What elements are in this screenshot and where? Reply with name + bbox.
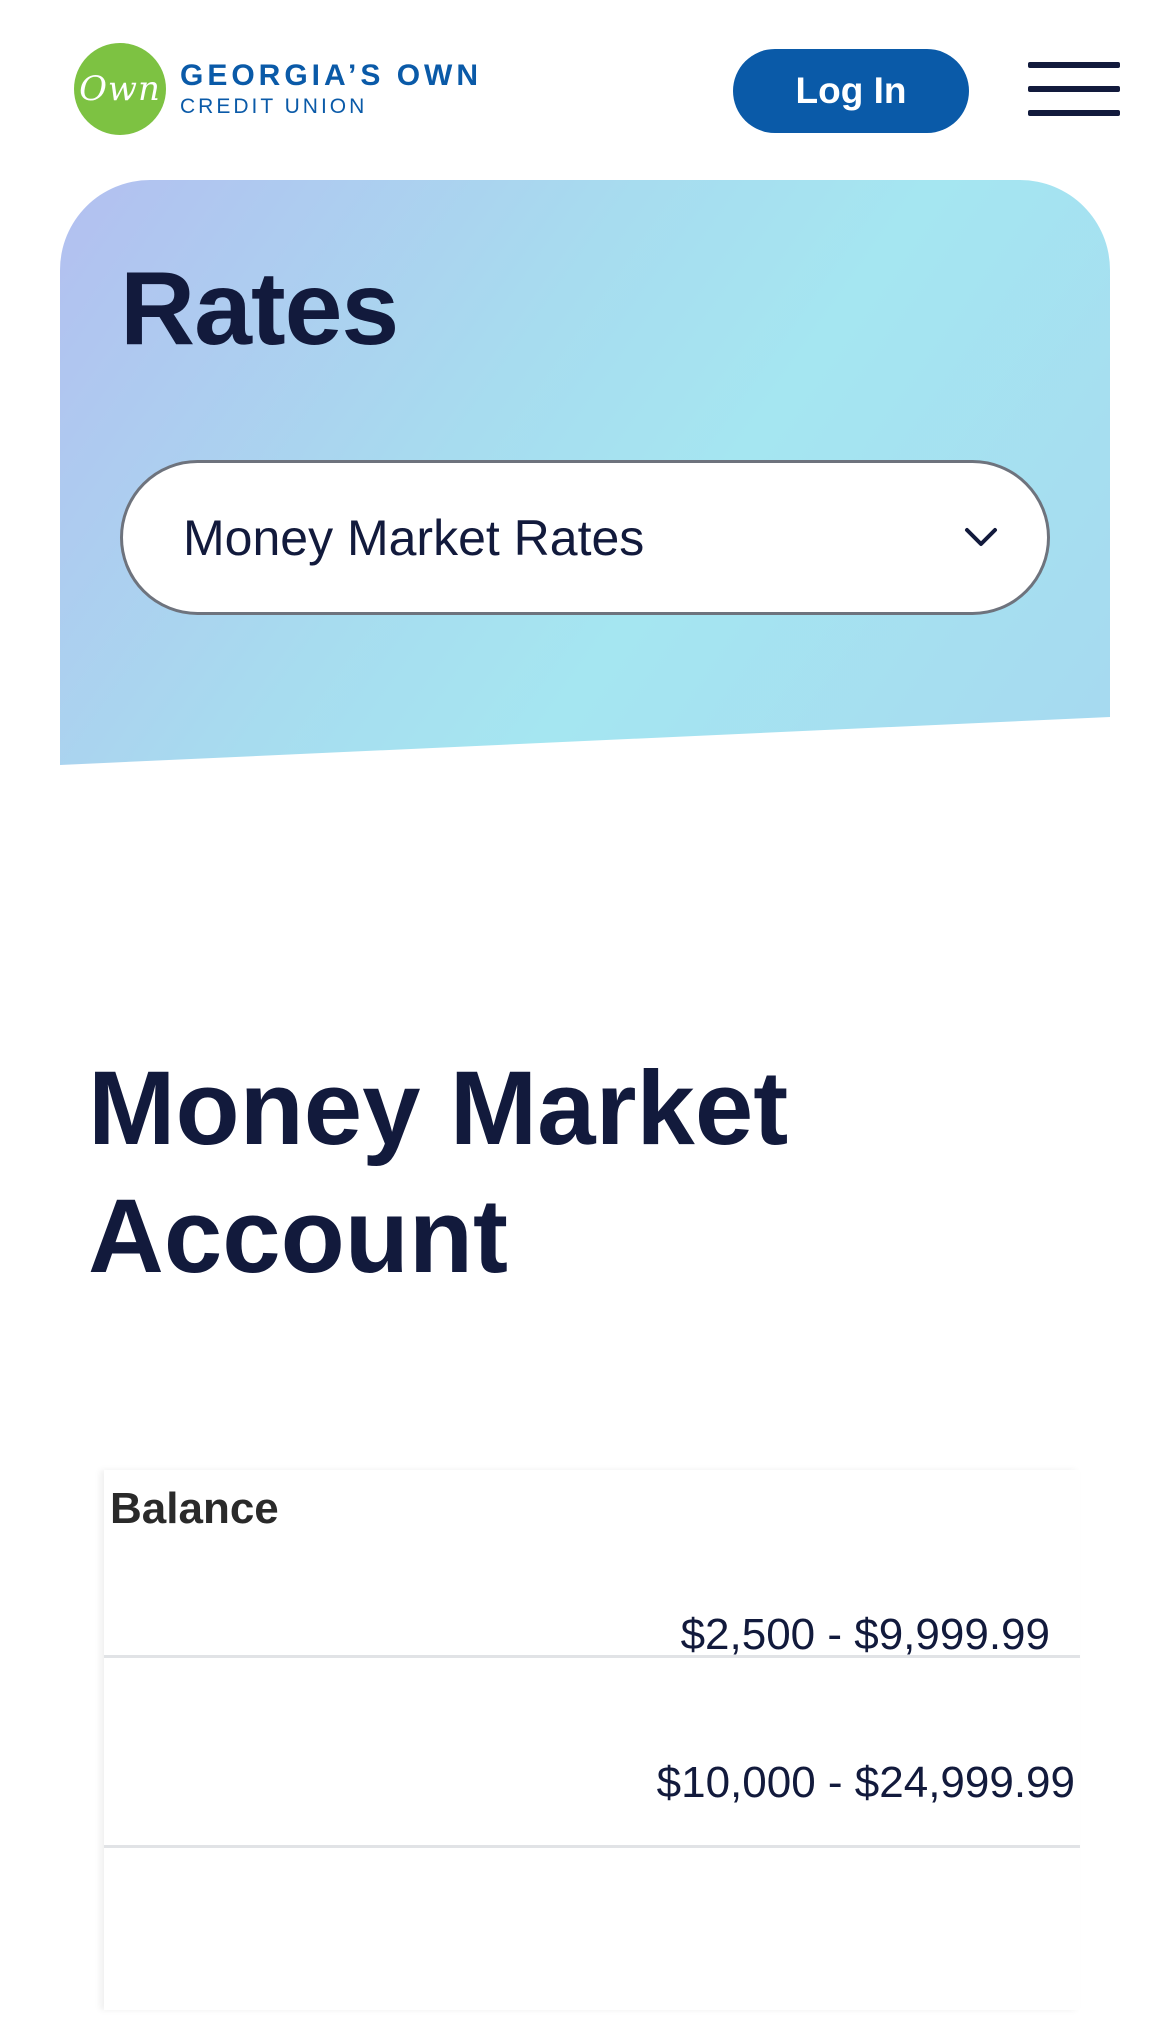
- logo-line-1: GEORGIA’S OWN: [180, 59, 483, 92]
- table-row: $10,000 - $24,999.99: [104, 1660, 1080, 1848]
- money-market-rates-table: Balance $2,500 - $9,999.99 $10,000 - $24…: [104, 1470, 1080, 2010]
- rates-hero: Rates Money Market Rates: [60, 180, 1110, 765]
- logo-wordmark: GEORGIA’S OWN CREDIT UNION: [180, 59, 482, 119]
- page-title: Rates: [120, 251, 399, 367]
- table-row: [104, 1850, 1080, 2038]
- hamburger-menu-icon[interactable]: [1028, 62, 1120, 116]
- balance-cell: $2,500 - $9,999.99: [680, 1610, 1050, 1659]
- own-logo-mark: Own: [74, 43, 166, 135]
- rates-category-select[interactable]: Money Market Rates: [120, 460, 1050, 615]
- section-title: Money Market Account: [88, 1050, 789, 1295]
- select-value: Money Market Rates: [183, 509, 645, 566]
- chevron-down-icon: [965, 528, 997, 546]
- site-header: Own GEORGIA’S OWN CREDIT UNION Log In: [0, 0, 1170, 180]
- column-header-balance: Balance: [110, 1484, 279, 1533]
- logo-line-2: CREDIT UNION: [180, 95, 368, 118]
- balance-cell: $10,000 - $24,999.99: [656, 1758, 1075, 1807]
- georgias-own-logo[interactable]: Own GEORGIA’S OWN CREDIT UNION: [74, 43, 482, 135]
- log-in-button[interactable]: Log In: [733, 49, 969, 133]
- table-row: Balance $2,500 - $9,999.99: [104, 1470, 1080, 1659]
